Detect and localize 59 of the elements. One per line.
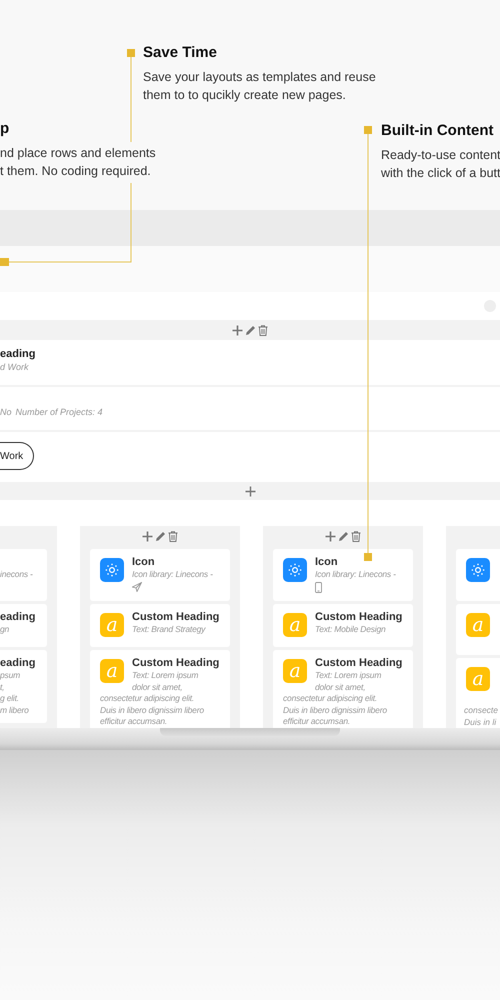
paper-plane-icon [132, 582, 142, 592]
element-card[interactable]: eading gn [0, 604, 47, 647]
heading-icon: a [100, 613, 124, 637]
callout-title: Built-in Content [381, 122, 494, 139]
element-title: eading [0, 348, 36, 361]
heading-icon: a [466, 613, 490, 637]
element-card[interactable]: a Custom Heading Text: Brand Strategy [90, 604, 230, 647]
sun-icon [471, 563, 485, 577]
element-description: gn [0, 624, 10, 636]
callout-title: Save Time [143, 44, 218, 61]
add-icon[interactable] [325, 530, 336, 542]
element-description: consectetur adipiscing elit. Duis in libero dignissim libero efficitur accumsan. [283, 693, 388, 728]
element-description: consecte Duis in li [464, 705, 500, 728]
heading-icon: a [283, 613, 307, 637]
callout-description: Save your layouts as templates and reuse them to to qucikly create new pages. [143, 69, 376, 104]
element-description: Text: Mobile Design [315, 624, 387, 636]
callout-title: p [0, 120, 10, 137]
pencil-icon[interactable] [245, 324, 256, 336]
trash-icon[interactable] [351, 530, 361, 542]
heading-icon: a [466, 667, 490, 691]
element-card[interactable]: eading psum t, g elit. m libero [0, 650, 47, 723]
phone-icon [315, 582, 322, 592]
element-description: d Work [0, 361, 30, 373]
element-title: Icon [132, 556, 156, 569]
element-title: eading [0, 611, 36, 624]
element-description: Text: Brand Strategy [132, 624, 207, 636]
element-title: Icon [315, 556, 339, 569]
element-description: psum t, g elit. m libero [0, 670, 30, 716]
heading-icon: a [100, 659, 124, 683]
element-title: Custom Heading [315, 657, 404, 670]
callout-description: nd place rows and elements t them. No coding required. [0, 145, 156, 180]
element-title: Custom Heading [132, 657, 220, 670]
element-title: Custom Heading [132, 611, 220, 624]
trash-icon[interactable] [258, 324, 268, 336]
sun-icon [288, 563, 302, 577]
meta-label: No [0, 406, 12, 419]
pencil-icon[interactable] [338, 530, 349, 542]
work-button[interactable]: Work [0, 442, 34, 470]
element-description: consectetur adipiscing elit. Duis in libero dignissim libero efficitur accumsan. [100, 693, 205, 728]
element-card[interactable]: a Custom Heading Text: Lorem ipsum dolor sit amet, consectetur adipiscing elit. Duis in libero dignissim libero efficitur accumsan. [90, 650, 230, 728]
add-icon[interactable] [142, 530, 153, 542]
element-description: Icon library: Linecons - [132, 569, 214, 580]
element-card[interactable]: a Custom Heading Text: Mobile Design [273, 604, 413, 647]
heading-icon: a [283, 659, 307, 683]
add-icon[interactable] [232, 324, 243, 336]
element-description: Text: Lorem ipsum dolor sit amet, [132, 670, 200, 693]
element-card[interactable]: Icon Icon library: Linecons - [90, 549, 230, 601]
element-card[interactable]: a Custom Heading Text: Lorem ipsum dolor sit amet, consectetur adipiscing elit. Duis in libero dignissim libero efficitur accumsan. [273, 650, 413, 728]
pencil-icon[interactable] [155, 530, 166, 542]
trash-icon[interactable] [168, 530, 178, 542]
element-description: Text: Lorem ipsum dolor sit amet, [315, 670, 382, 693]
meta-text: Number of Projects: 4 [16, 406, 103, 419]
sun-icon [105, 563, 119, 577]
element-description: Icon library: Linecons - [315, 569, 397, 580]
add-icon[interactable] [244, 486, 256, 496]
element-description: inecons - [0, 569, 34, 580]
element-card[interactable]: Icon Icon library: Linecons - [273, 549, 413, 601]
element-title: Custom Heading [315, 611, 404, 624]
element-title: eading [0, 657, 36, 670]
